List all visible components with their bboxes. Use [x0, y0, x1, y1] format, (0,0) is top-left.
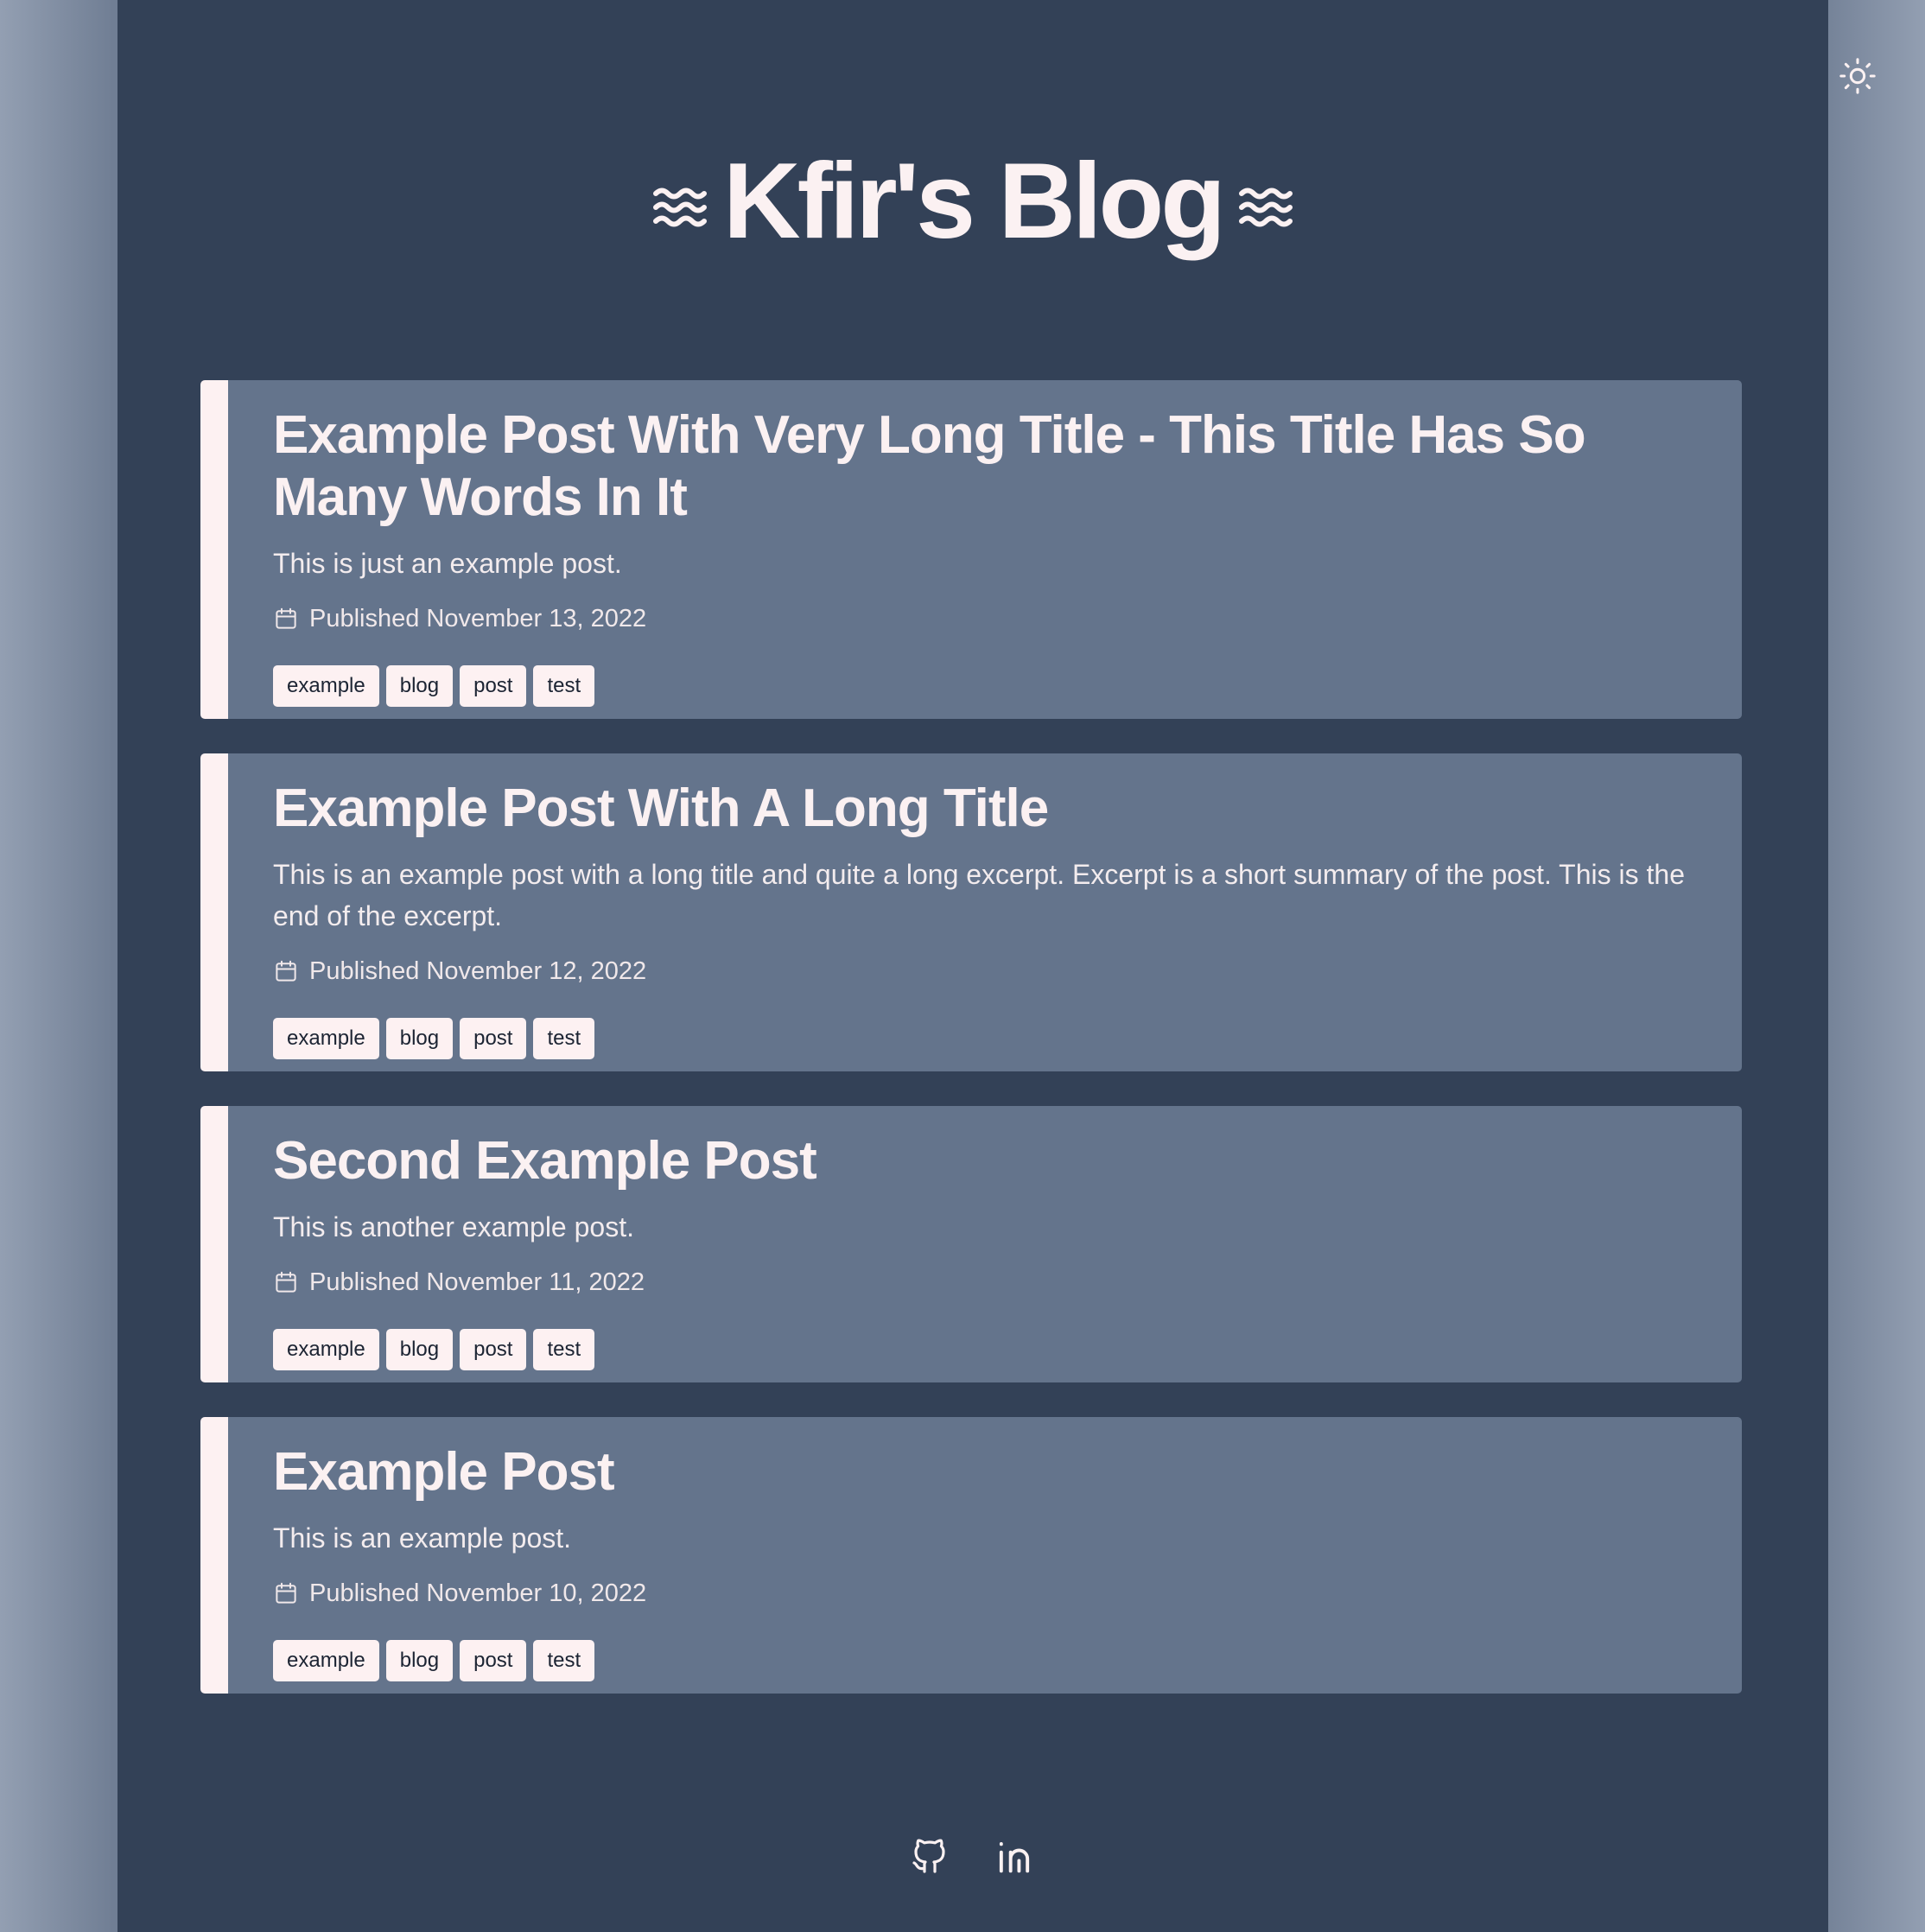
- post-date: Published November 13, 2022: [273, 601, 1690, 636]
- published-date: Published November 12, 2022: [309, 956, 647, 985]
- post-excerpt: This is an example post.: [273, 1522, 572, 1554]
- tag[interactable]: example: [273, 665, 379, 707]
- site-footer: [118, 1830, 1828, 1882]
- post-title[interactable]: Example Post With A Long Title: [273, 753, 1690, 840]
- github-link[interactable]: [909, 1833, 950, 1878]
- post-card[interactable]: Second Example Post This is another exam…: [200, 1106, 1742, 1382]
- post-card[interactable]: Example Post This is an example post. Pu…: [200, 1417, 1742, 1694]
- tag[interactable]: blog: [385, 1640, 454, 1681]
- tag[interactable]: test: [533, 1640, 595, 1681]
- published-date: Published November 10, 2022: [309, 1579, 647, 1607]
- post-card[interactable]: Example Post With Very Long Title - This…: [200, 380, 1742, 719]
- tag[interactable]: example: [273, 1018, 379, 1059]
- post-title[interactable]: Example Post With Very Long Title - This…: [273, 380, 1690, 529]
- calendar-icon: [273, 958, 299, 984]
- sun-icon: [1839, 58, 1876, 94]
- published-date: Published November 11, 2022: [309, 1268, 645, 1296]
- linkedin-link[interactable]: [992, 1833, 1037, 1878]
- tag-list: example blog post test: [273, 1018, 1690, 1059]
- waves-icon: [652, 185, 708, 230]
- tag[interactable]: blog: [385, 1018, 454, 1059]
- tag[interactable]: example: [273, 1640, 379, 1681]
- post-excerpt: This is an example post with a long titl…: [273, 859, 1685, 931]
- linkedin-icon: [999, 1841, 1030, 1873]
- calendar-icon: [273, 606, 299, 632]
- post-card[interactable]: Example Post With A Long Title This is a…: [200, 753, 1742, 1071]
- tag[interactable]: blog: [385, 665, 454, 707]
- github-icon: [912, 1839, 945, 1873]
- published-date: Published November 13, 2022: [309, 604, 647, 632]
- post-date: Published November 12, 2022: [273, 954, 1690, 988]
- calendar-icon: [273, 1580, 299, 1606]
- tag[interactable]: post: [460, 665, 527, 707]
- post-excerpt: This is just an example post.: [273, 548, 622, 579]
- tag[interactable]: test: [533, 1329, 595, 1370]
- tag[interactable]: test: [533, 665, 595, 707]
- tag[interactable]: post: [460, 1640, 527, 1681]
- tag[interactable]: post: [460, 1018, 527, 1059]
- tag-list: example blog post test: [273, 1640, 1690, 1681]
- tag[interactable]: blog: [385, 1329, 454, 1370]
- calendar-icon: [273, 1269, 299, 1295]
- site-title[interactable]: Kfir's Blog: [723, 148, 1226, 267]
- post-title[interactable]: Second Example Post: [273, 1106, 1690, 1192]
- tag-list: example blog post test: [273, 1329, 1690, 1370]
- tag-list: example blog post test: [273, 665, 1690, 707]
- tag[interactable]: example: [273, 1329, 379, 1370]
- tag[interactable]: test: [533, 1018, 595, 1059]
- post-title[interactable]: Example Post: [273, 1417, 1690, 1503]
- post-excerpt: This is another example post.: [273, 1211, 634, 1242]
- tag[interactable]: post: [460, 1329, 527, 1370]
- post-date: Published November 10, 2022: [273, 1576, 1690, 1611]
- site-header: Kfir's Blog: [118, 138, 1828, 276]
- theme-toggle-button[interactable]: [1832, 50, 1884, 102]
- post-date: Published November 11, 2022: [273, 1265, 1690, 1300]
- page-container: Kfir's Blog Example Post With Very Long …: [118, 0, 1876, 1932]
- waves-icon: [1238, 185, 1293, 230]
